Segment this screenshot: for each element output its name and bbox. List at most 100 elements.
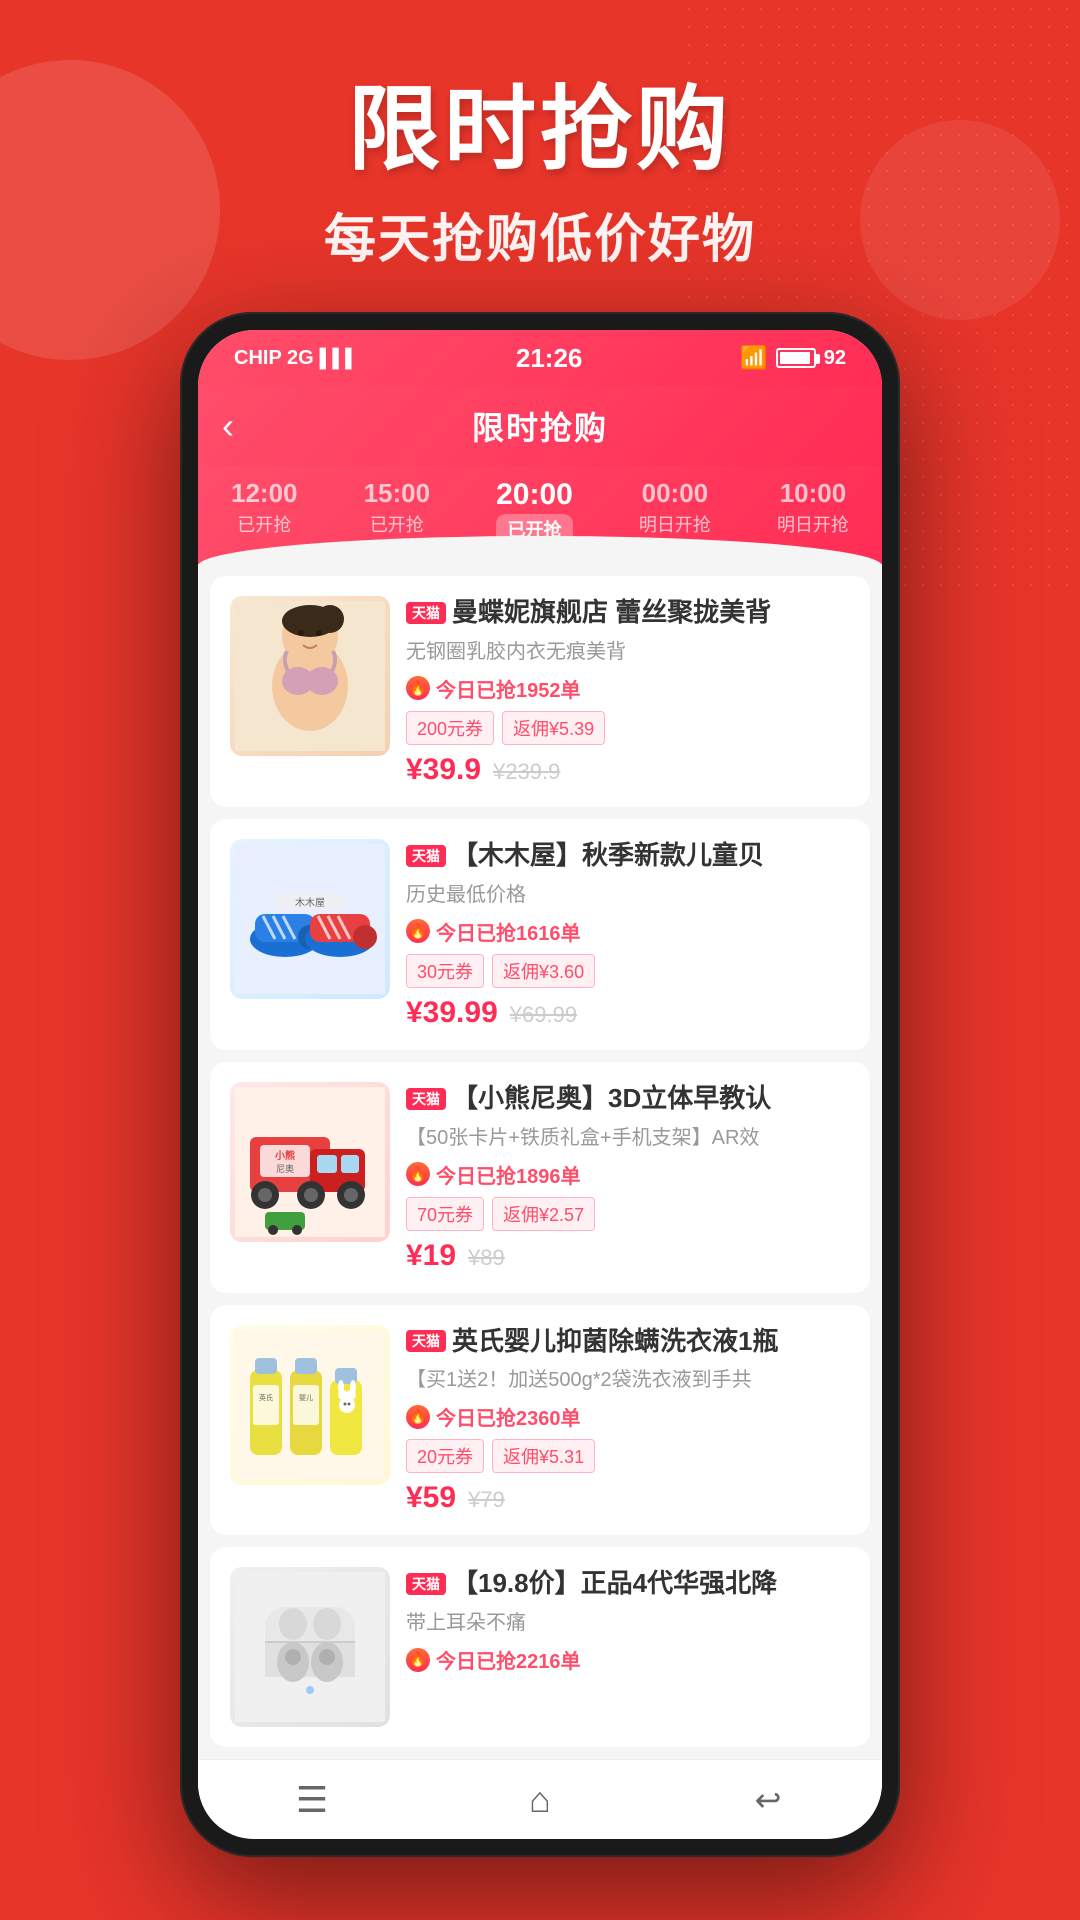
price-original-3: ¥79 — [468, 1487, 505, 1513]
product-card-0[interactable]: 天猫 曼蝶妮旗舰店 蕾丝聚拢美背 无钢圈乳胶内衣无痕美背 🔥 今日已抢1952单… — [210, 576, 870, 807]
price-original-2: ¥89 — [468, 1245, 505, 1271]
time-tab-1200[interactable]: 12:00 已开抢 — [231, 478, 298, 544]
battery-percent: 92 — [824, 347, 846, 370]
product-shop-row-1: 天猫 【木木屋】秋季新款儿童贝 — [406, 839, 850, 873]
grab-text-2: 今日已抢1896单 — [436, 1160, 581, 1189]
phone-mockup-wrapper: CHIP 2G ▌▌▌ 21:26 📶 92 ‹ 限时抢购 — [0, 312, 1080, 1897]
fire-icon-0: 🔥 — [406, 676, 430, 700]
time-tab-1500-status: 已开抢 — [364, 511, 431, 537]
price-row-2: ¥19 ¥89 — [406, 1239, 850, 1273]
phone-screen: CHIP 2G ▌▌▌ 21:26 📶 92 ‹ 限时抢购 — [198, 330, 882, 1839]
product-image-4 — [230, 1567, 390, 1727]
shop-badge-2: 天猫 — [406, 1088, 446, 1110]
grab-text-4: 今日已抢2216单 — [436, 1645, 581, 1674]
time-tab-1500[interactable]: 15:00 已开抢 — [364, 478, 431, 544]
coupon-tag-2: 70元券 — [406, 1197, 484, 1231]
product-desc-4: 带上耳朵不痛 — [406, 1609, 850, 1637]
app-title: 限时抢购 — [472, 403, 608, 449]
time-tab-1000[interactable]: 10:00 明日开抢 — [777, 478, 849, 544]
product-title-2: 【小熊尼奥】3D立体早教认 — [452, 1082, 771, 1116]
time-tab-0000-time: 00:00 — [639, 478, 711, 509]
coupon-row-0: 200元券 返佣¥5.39 — [406, 711, 850, 745]
bottom-nav-bar: ☰ ⌂ ↩ — [198, 1759, 882, 1839]
grab-text-1: 今日已抢1616单 — [436, 917, 581, 946]
time-tab-1500-time: 15:00 — [364, 478, 431, 509]
status-bar-left: CHIP 2G ▌▌▌ — [234, 347, 358, 370]
product-title-1: 【木木屋】秋季新款儿童贝 — [452, 839, 764, 873]
product-card-3[interactable]: 英氏 婴儿 — [210, 1305, 870, 1536]
wifi-icon: 📶 — [740, 345, 767, 371]
product-shop-row-3: 天猫 英氏婴儿抑菌除螨洗衣液1瓶 — [406, 1325, 850, 1359]
battery-icon — [776, 348, 816, 368]
coupon-row-1: 30元券 返佣¥3.60 — [406, 954, 850, 988]
nav-back-button[interactable]: ↩ — [746, 1778, 790, 1822]
product-image-svg-1: 木木屋 — [235, 844, 385, 994]
product-list: 天猫 曼蝶妮旗舰店 蕾丝聚拢美背 无钢圈乳胶内衣无痕美背 🔥 今日已抢1952单… — [198, 564, 882, 1759]
grab-count-3: 🔥 今日已抢2360单 — [406, 1402, 850, 1431]
svg-text:婴儿: 婴儿 — [299, 1394, 313, 1402]
carrier-text: CHIP 2G — [234, 347, 314, 370]
product-image-2: 小熊 尼奥 — [230, 1082, 390, 1242]
svg-text:英氏: 英氏 — [259, 1393, 273, 1402]
time-tabs-bar: 12:00 已开抢 15:00 已开抢 20:00 已开抢 00:00 明日开抢… — [198, 466, 882, 564]
price-current-1: ¥39.99 — [406, 996, 498, 1030]
product-info-3: 天猫 英氏婴儿抑菌除螨洗衣液1瓶 【买1送2！加送500g*2袋洗衣液到手共 🔥… — [406, 1325, 850, 1516]
product-image-svg-2: 小熊 尼奥 — [235, 1087, 385, 1237]
fire-icon-2: 🔥 — [406, 1162, 430, 1186]
product-image-svg-0 — [235, 601, 385, 751]
back-button[interactable]: ‹ — [222, 405, 234, 447]
home-icon: ⌂ — [529, 1779, 551, 1821]
product-card-2[interactable]: 小熊 尼奥 天猫 【小熊尼奥】3D立体早教认 【5 — [210, 1062, 870, 1293]
nav-home-button[interactable]: ⌂ — [518, 1778, 562, 1822]
header-section: 限时抢购 每天抢购低价好物 — [0, 0, 1080, 312]
shop-badge-1: 天猫 — [406, 845, 446, 867]
product-title-3: 英氏婴儿抑菌除螨洗衣液1瓶 — [452, 1325, 778, 1359]
grab-count-4: 🔥 今日已抢2216单 — [406, 1645, 850, 1674]
price-original-0: ¥239.9 — [493, 759, 560, 785]
product-card-4[interactable]: 天猫 【19.8价】正品4代华强北降 带上耳朵不痛 🔥 今日已抢2216单 — [210, 1547, 870, 1747]
fire-icon-1: 🔥 — [406, 919, 430, 943]
coupon-tag-0: 200元券 — [406, 711, 494, 745]
nav-menu-button[interactable]: ☰ — [290, 1778, 334, 1822]
svg-text:木木屋: 木木屋 — [295, 897, 325, 909]
time-tab-1000-time: 10:00 — [777, 478, 849, 509]
grab-count-1: 🔥 今日已抢1616单 — [406, 917, 850, 946]
price-current-3: ¥59 — [406, 1481, 456, 1515]
product-image-0 — [230, 596, 390, 756]
cashback-tag-1: 返佣¥3.60 — [492, 954, 595, 988]
product-desc-0: 无钢圈乳胶内衣无痕美背 — [406, 638, 850, 666]
coupon-tag-3: 20元券 — [406, 1439, 484, 1473]
product-info-0: 天猫 曼蝶妮旗舰店 蕾丝聚拢美背 无钢圈乳胶内衣无痕美背 🔥 今日已抢1952单… — [406, 596, 850, 787]
phone-frame: CHIP 2G ▌▌▌ 21:26 📶 92 ‹ 限时抢购 — [180, 312, 900, 1857]
product-card-1[interactable]: 木木屋 天猫 【木木屋】秋季新款儿童贝 历史最低价格 🔥 今日已抢1616单 — [210, 819, 870, 1050]
status-time: 21:26 — [516, 343, 583, 374]
hamburger-icon: ☰ — [296, 1779, 328, 1821]
signal-bars: ▌▌▌ — [320, 348, 358, 369]
product-desc-1: 历史最低价格 — [406, 881, 850, 909]
price-current-0: ¥39.9 — [406, 753, 481, 787]
time-tab-0000-status: 明日开抢 — [639, 511, 711, 537]
status-bar-right: 📶 92 — [740, 345, 846, 371]
product-info-2: 天猫 【小熊尼奥】3D立体早教认 【50张卡片+铁质礼盒+手机支架】AR效 🔥 … — [406, 1082, 850, 1273]
svg-text:尼奥: 尼奥 — [276, 1163, 294, 1174]
product-image-3: 英氏 婴儿 — [230, 1325, 390, 1485]
grab-text-0: 今日已抢1952单 — [436, 674, 581, 703]
product-info-4: 天猫 【19.8价】正品4代华强北降 带上耳朵不痛 🔥 今日已抢2216单 — [406, 1567, 850, 1727]
time-tab-2000[interactable]: 20:00 已开抢 — [496, 478, 573, 544]
page-title: 限时抢购 — [0, 80, 1080, 181]
app-header-bar: ‹ 限时抢购 — [198, 386, 882, 466]
price-row-1: ¥39.99 ¥69.99 — [406, 996, 850, 1030]
product-desc-3: 【买1送2！加送500g*2袋洗衣液到手共 — [406, 1366, 850, 1394]
coupon-row-2: 70元券 返佣¥2.57 — [406, 1197, 850, 1231]
fire-icon-3: 🔥 — [406, 1405, 430, 1429]
shop-badge-0: 天猫 — [406, 602, 446, 624]
product-shop-row-4: 天猫 【19.8价】正品4代华强北降 — [406, 1567, 850, 1601]
time-tab-0000[interactable]: 00:00 明日开抢 — [639, 478, 711, 544]
grab-count-0: 🔥 今日已抢1952单 — [406, 674, 850, 703]
product-title-0: 曼蝶妮旗舰店 蕾丝聚拢美背 — [452, 596, 771, 630]
page-subtitle: 每天抢购低价好物 — [0, 197, 1080, 272]
price-row-0: ¥39.9 ¥239.9 — [406, 753, 850, 787]
product-shop-row-2: 天猫 【小熊尼奥】3D立体早教认 — [406, 1082, 850, 1116]
product-desc-2: 【50张卡片+铁质礼盒+手机支架】AR效 — [406, 1124, 850, 1152]
coupon-row-3: 20元券 返佣¥5.31 — [406, 1439, 850, 1473]
